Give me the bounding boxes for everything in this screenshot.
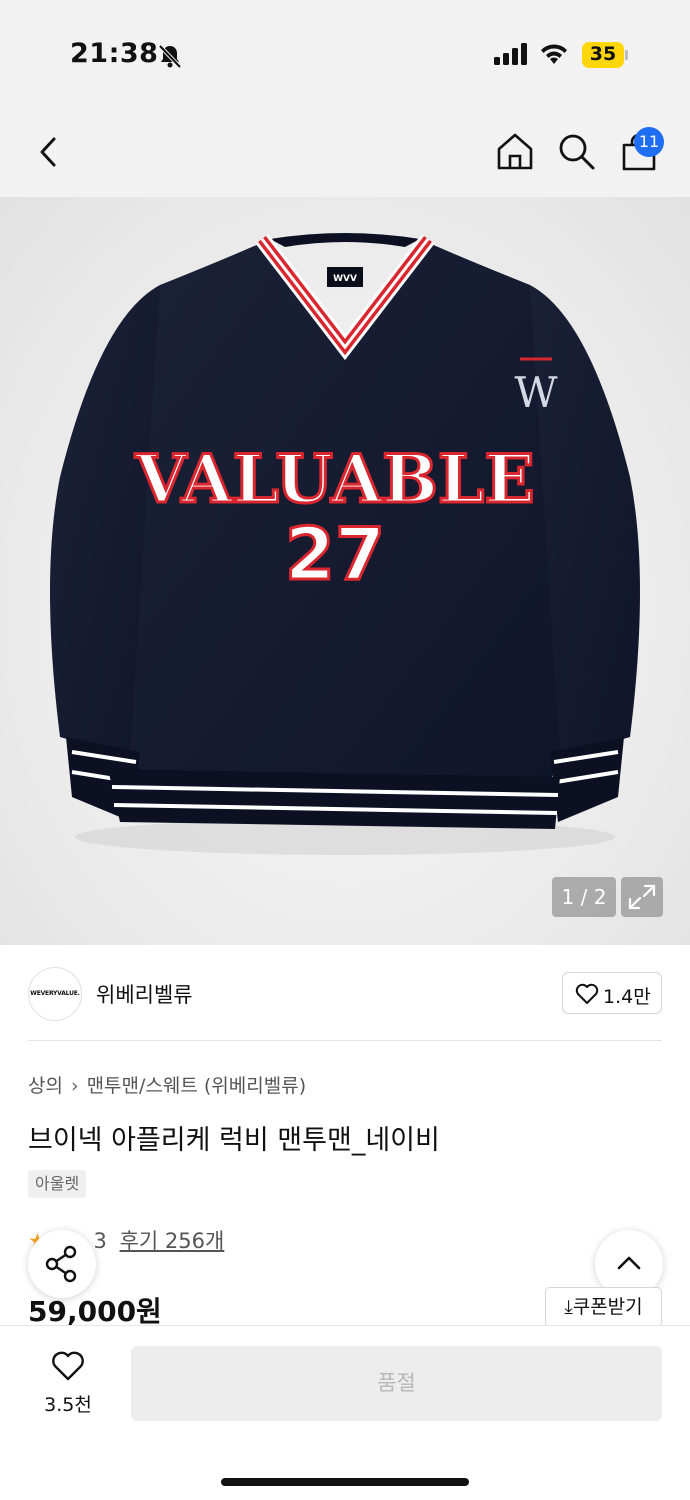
garment-print-text: VALUABLE bbox=[134, 440, 534, 518]
sold-out-button[interactable]: 품절 bbox=[131, 1346, 662, 1421]
wishlist-button[interactable]: 3.5천 bbox=[36, 1350, 100, 1422]
brand-like-button[interactable]: 1.4만 bbox=[562, 972, 662, 1014]
battery-level: 35 bbox=[589, 43, 617, 65]
garment-neck-label: WVV bbox=[333, 274, 357, 284]
outlet-tag: 아울렛 bbox=[28, 1170, 87, 1198]
expand-icon bbox=[628, 884, 656, 910]
top-nav-bar bbox=[0, 105, 690, 197]
status-bar: 21:38 35 bbox=[0, 0, 690, 105]
wishlist-count: 3.5천 bbox=[44, 1394, 92, 1416]
search-icon[interactable] bbox=[557, 132, 597, 172]
image-counter: 1 / 2 bbox=[552, 877, 616, 917]
review-link[interactable]: 후기 256개 bbox=[120, 1229, 225, 1253]
breadcrumb-item[interactable]: 상의 bbox=[28, 1071, 63, 1098]
brand-row[interactable]: WEVERYVALUE. 위베리벨류 1.4만 bbox=[0, 945, 690, 1041]
cellular-signal-icon bbox=[494, 43, 527, 65]
bell-muted-icon bbox=[158, 44, 182, 69]
product-photo-sweatshirt: WVV W VALUABLE 27 bbox=[50, 233, 640, 855]
expand-image-button[interactable] bbox=[621, 877, 663, 917]
brand-logo[interactable]: WEVERYVALUE. bbox=[28, 967, 82, 1021]
status-time: 21:38 bbox=[70, 38, 159, 69]
breadcrumb: 상의 › 맨투맨/스웨트 (위베리벨류) bbox=[28, 1071, 306, 1098]
heart-icon bbox=[575, 983, 599, 1004]
bottom-action-bar: 3.5천 품절 bbox=[0, 1325, 690, 1500]
breadcrumb-item[interactable]: 맨투맨/스웨트 (위베리벨류) bbox=[87, 1071, 307, 1098]
product-price: 59,000원 bbox=[28, 1295, 162, 1328]
coupon-button[interactable]: ⤓쿠폰받기 bbox=[545, 1287, 662, 1327]
divider bbox=[28, 1040, 662, 1041]
share-icon bbox=[45, 1245, 77, 1283]
product-title: 브이넥 아플리케 럭비 맨투맨_네이비 bbox=[28, 1125, 440, 1156]
cart-count-badge[interactable]: 11 bbox=[634, 127, 664, 157]
product-image-gallery[interactable]: WVV W VALUABLE 27 bbox=[0, 197, 690, 945]
home-icon[interactable] bbox=[495, 131, 535, 171]
brand-name[interactable]: 위베리벨류 bbox=[96, 979, 193, 1009]
battery-indicator: 35 bbox=[582, 42, 628, 68]
wifi-icon bbox=[541, 44, 567, 64]
home-indicator bbox=[221, 1478, 469, 1486]
chevron-right-icon: › bbox=[70, 1075, 79, 1097]
heart-icon bbox=[52, 1351, 84, 1381]
share-button[interactable] bbox=[28, 1230, 96, 1298]
chevron-left-icon[interactable] bbox=[36, 135, 62, 169]
brand-like-count: 1.4만 bbox=[603, 986, 651, 1008]
garment-number-text: 27 bbox=[285, 512, 385, 596]
sleeve-logo: W bbox=[514, 368, 558, 417]
